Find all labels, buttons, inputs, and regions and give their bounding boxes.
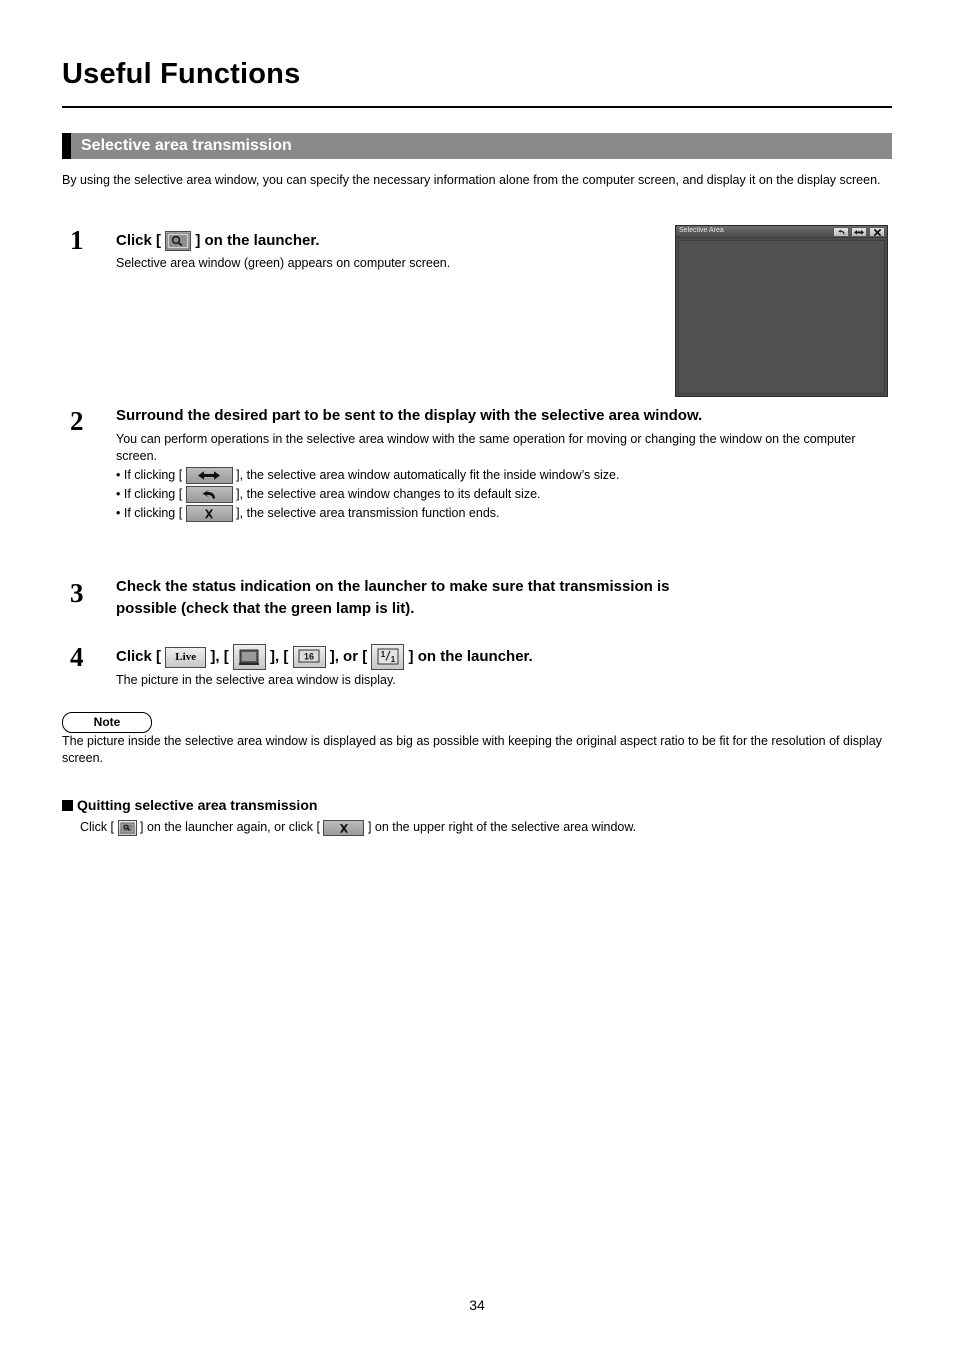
quitting-text-middle: ] on the launcher again, or click [ — [140, 820, 320, 834]
bullet-2-before: • If clicking [ — [116, 487, 183, 501]
step-4-part-1: ], [ — [210, 647, 229, 665]
capture-button[interactable] — [232, 644, 266, 670]
step-4-part-3: ], or [ — [329, 647, 368, 665]
step-1-heading-before: Click [ — [116, 231, 162, 249]
window-content-area — [678, 240, 885, 394]
window-button-group — [833, 227, 885, 237]
default-size-icon[interactable] — [833, 227, 849, 237]
step-4-heading: Click [ Live ], [ ], [ 16 ], or [ 1 1] … — [116, 644, 906, 670]
note-badge: Note — [62, 712, 152, 733]
fit-size-icon[interactable] — [851, 227, 867, 237]
multi-16-button[interactable]: 16 — [292, 646, 326, 668]
intro-paragraph: By using the selective area window, you … — [62, 173, 881, 187]
step-3-heading-line1: Check the status indication on the launc… — [116, 578, 670, 595]
page-title: Useful Functions — [62, 58, 301, 90]
one-of-one-button[interactable]: 1 1 — [371, 644, 405, 670]
step-2-number: 2 — [70, 406, 84, 436]
title-divider — [62, 106, 892, 108]
quitting-text-after: ] on the upper right of the selective ar… — [367, 820, 637, 834]
quitting-heading-text: Quitting selective area transmission — [77, 797, 318, 813]
svg-text:1: 1 — [381, 650, 386, 659]
svg-text:16: 16 — [304, 652, 314, 662]
step-2-body: You can perform operations in the select… — [116, 432, 856, 463]
bullet-3-after: ], the selective area transmission funct… — [236, 506, 500, 520]
quitting-heading: Quitting selective area transmission — [62, 797, 317, 813]
live-label: Live — [175, 650, 197, 663]
step-4-number: 4 — [70, 642, 84, 672]
step-1-number: 1 — [70, 225, 84, 255]
fit-size-button[interactable] — [185, 467, 233, 485]
close-button-small[interactable] — [323, 819, 365, 836]
step-4-part-0: Click [ — [116, 647, 162, 665]
quitting-text-before: Click [ — [80, 820, 115, 834]
selective-area-icon-small[interactable] — [117, 819, 137, 836]
step-1-heading: Click [ ] on the launcher. — [116, 231, 320, 251]
bullet-square-icon — [62, 800, 73, 811]
step-2-bullet-3: • If clicking [ ], the selective area tr… — [116, 505, 906, 523]
close-button[interactable] — [185, 505, 233, 523]
step-1-heading-after: ] on the launcher. — [195, 231, 320, 249]
close-icon[interactable] — [869, 227, 885, 237]
bullet-1-before: • If clicking [ — [116, 468, 183, 482]
default-size-button[interactable] — [185, 486, 233, 504]
step-3-number: 3 — [70, 578, 84, 608]
note-text: The picture inside the selective area wi… — [62, 734, 882, 765]
window-title-text: Selective Area — [679, 227, 724, 234]
quitting-body: Click [ ] on the launcher again, or clic… — [80, 819, 880, 836]
step-4-body: The picture in the selective area window… — [116, 673, 396, 687]
step-2-bullet-2: • If clicking [ ], the selective area wi… — [116, 486, 906, 504]
step-2-bullet-1: • If clicking [ ], the selective area wi… — [116, 467, 906, 485]
svg-text:1: 1 — [391, 655, 396, 664]
step-1-body: Selective area window (green) appears on… — [116, 256, 451, 270]
selective-area-window-screenshot: Selective Area — [675, 225, 888, 397]
bullet-1-after: ], the selective area window automatical… — [236, 468, 620, 482]
section-header-bar: Selective area transmission — [62, 133, 892, 159]
step-4-part-2: ], [ — [270, 647, 289, 665]
section-accent-block — [62, 133, 71, 159]
live-mode-button[interactable]: Live — [165, 646, 207, 668]
step-2-heading: Surround the desired part to be sent to … — [116, 407, 703, 424]
document-page: Useful Functions Selective area transmis… — [0, 0, 954, 1352]
step-4-part-4: ] on the launcher. — [408, 647, 533, 665]
section-title: Selective area transmission — [81, 137, 292, 154]
step-3-heading-line2: possible (check that the green lamp is l… — [116, 600, 415, 617]
bullet-3-before: • If clicking [ — [116, 506, 183, 520]
selective-area-icon[interactable] — [165, 231, 192, 251]
page-number: 34 — [469, 1297, 485, 1313]
bullet-2-after: ], the selective area window changes to … — [236, 487, 541, 501]
